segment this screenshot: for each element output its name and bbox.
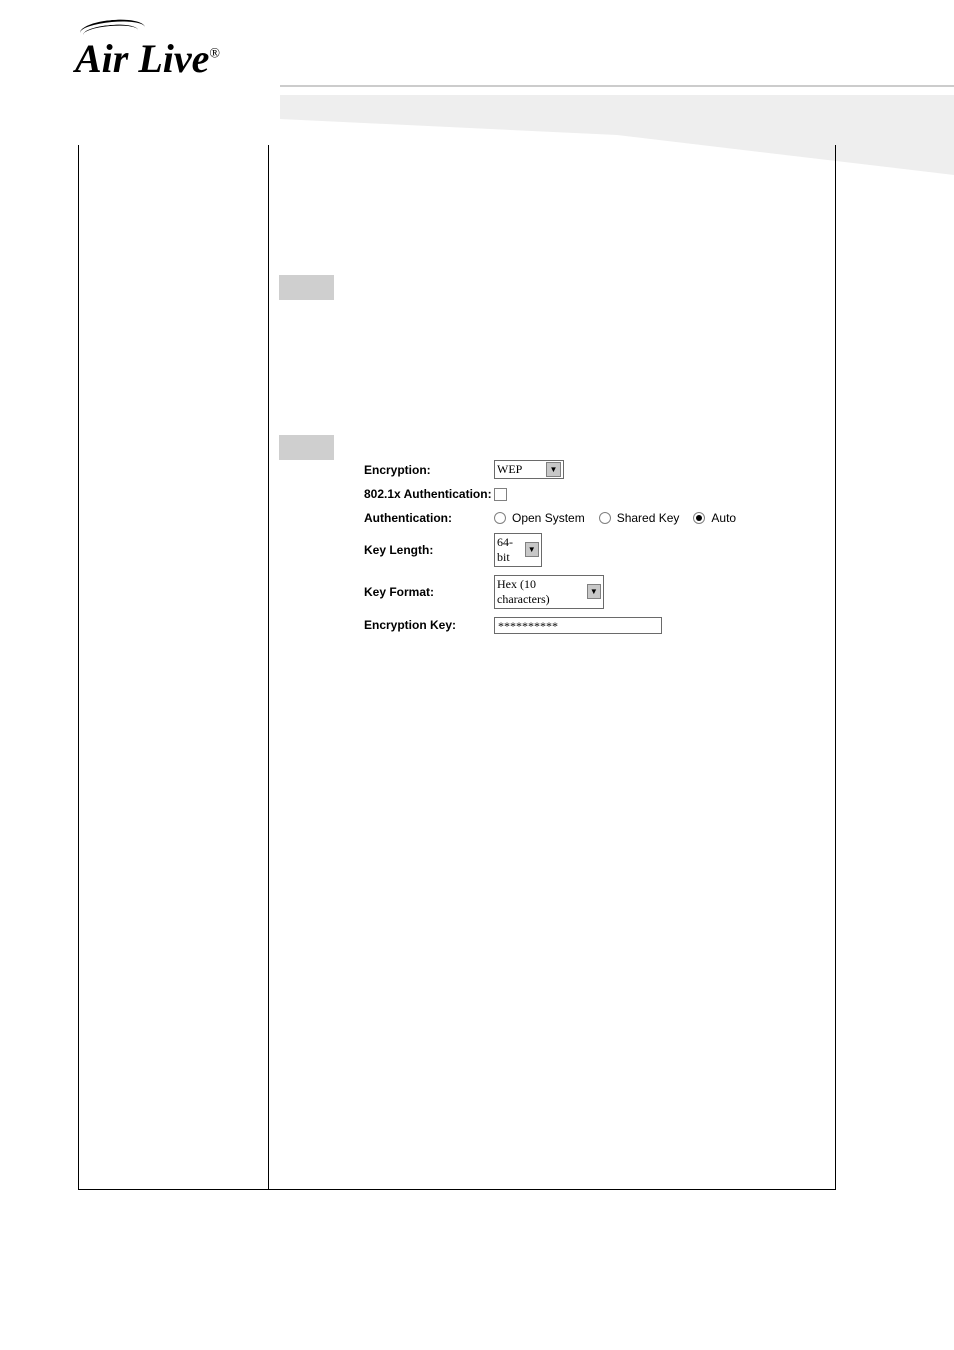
header-divider-line [280, 85, 954, 87]
table-column-divider [268, 145, 269, 1189]
registered-mark: ® [209, 47, 220, 62]
key-format-select[interactable]: Hex (10 characters) ▼ [494, 575, 604, 609]
key-format-label: Key Format: [364, 585, 494, 599]
auto-radio[interactable] [693, 512, 705, 524]
wep-settings-form: Encryption: WEP ▼ 802.1x Authentication:… [364, 460, 746, 642]
key-length-select[interactable]: 64-bit ▼ [494, 533, 542, 567]
shared-key-label: Shared Key [617, 511, 680, 525]
encryption-value: WEP [497, 462, 522, 477]
encryption-key-input[interactable]: ********** [494, 617, 662, 634]
key-length-value: 64-bit [497, 535, 525, 565]
gray-marker-1 [279, 275, 334, 300]
chevron-down-icon[interactable]: ▼ [525, 542, 539, 557]
encryption-label: Encryption: [364, 463, 494, 477]
gray-marker-2 [279, 435, 334, 460]
key-format-row: Key Format: Hex (10 characters) ▼ [364, 575, 746, 609]
key-length-row: Key Length: 64-bit ▼ [364, 533, 746, 567]
encryption-select[interactable]: WEP ▼ [494, 460, 564, 479]
key-length-label: Key Length: [364, 543, 494, 557]
encryption-row: Encryption: WEP ▼ [364, 460, 746, 479]
chevron-down-icon[interactable]: ▼ [587, 584, 601, 599]
8021x-auth-checkbox[interactable] [494, 488, 507, 501]
authentication-label: Authentication: [364, 511, 494, 525]
shared-key-radio[interactable] [599, 512, 611, 524]
authentication-row: Authentication: Open System Shared Key A… [364, 511, 746, 525]
encryption-key-label: Encryption Key: [364, 618, 494, 632]
open-system-label: Open System [512, 511, 585, 525]
8021x-auth-row: 802.1x Authentication: [364, 487, 746, 503]
auto-label: Auto [711, 511, 736, 525]
brand-logo: Air Live® [75, 35, 275, 82]
page-header: Air Live® [0, 0, 954, 160]
logo-text: Air Live® [75, 36, 220, 81]
encryption-key-value: ********** [498, 619, 558, 633]
encryption-key-row: Encryption Key: ********** [364, 617, 746, 634]
content-table: Encryption: WEP ▼ 802.1x Authentication:… [78, 145, 836, 1190]
key-format-value: Hex (10 characters) [497, 577, 587, 607]
chevron-down-icon[interactable]: ▼ [546, 462, 561, 477]
8021x-auth-label: 802.1x Authentication: [364, 487, 494, 503]
open-system-radio[interactable] [494, 512, 506, 524]
